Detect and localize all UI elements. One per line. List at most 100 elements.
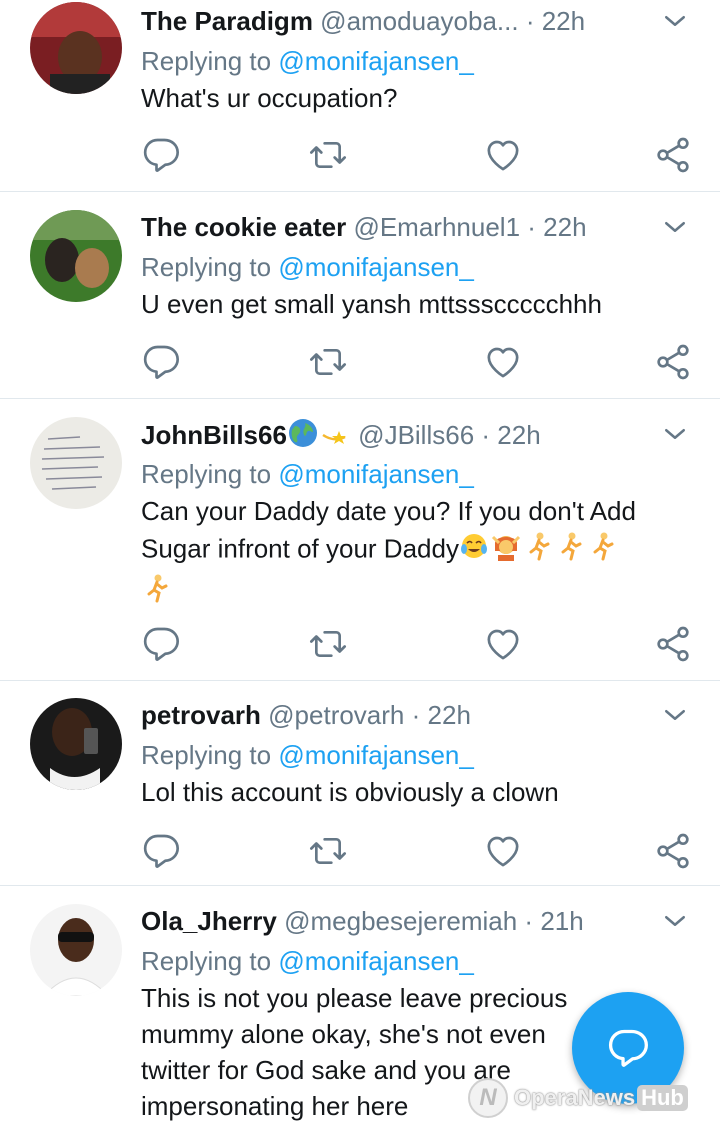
display-name[interactable]: Ola_Jherry	[141, 906, 277, 936]
user-handle[interactable]: @Emarhnuel1	[353, 212, 520, 242]
replying-to-line: Replying to @monifajansen_	[141, 738, 690, 772]
share-button[interactable]	[653, 342, 693, 382]
retweet-button[interactable]	[308, 342, 348, 382]
like-button[interactable]	[483, 624, 523, 664]
chevron-down-icon[interactable]	[660, 212, 690, 242]
replying-to-line: Replying to @monifajansen_	[141, 944, 690, 978]
heart-icon	[483, 831, 523, 871]
tears-of-joy-emoji-icon	[459, 531, 489, 570]
like-button[interactable]	[483, 135, 523, 175]
tweet-item[interactable]: The Paradigm @amoduayoba... · 22h Replyi…	[0, 0, 720, 192]
display-name[interactable]: The cookie eater	[141, 212, 346, 242]
separator-dot: ·	[527, 212, 536, 242]
display-name[interactable]: JohnBills66	[141, 420, 287, 450]
avatar[interactable]	[30, 210, 122, 302]
retweet-button[interactable]	[308, 624, 348, 664]
separator-dot: ·	[524, 906, 534, 936]
share-icon	[653, 342, 693, 382]
runner-emoji-icon	[523, 530, 555, 571]
person-gesturing-emoji-icon	[489, 529, 523, 572]
runner-emoji-icon	[141, 572, 173, 613]
chevron-down-icon[interactable]	[660, 700, 690, 730]
share-icon	[653, 831, 693, 871]
avatar[interactable]	[30, 904, 122, 996]
separator-dot: ·	[481, 419, 491, 450]
mention-link[interactable]: @monifajansen_	[278, 946, 474, 976]
tweet-header: JohnBills66 @JBills66 · 22h	[141, 417, 690, 451]
tweet-actions	[141, 624, 689, 664]
tweet-header: The cookie eater @Emarhnuel1 · 22h	[141, 210, 690, 244]
tweet-item[interactable]: JohnBills66 @JBills66 · 22h Replying to …	[0, 399, 720, 681]
retweet-button[interactable]	[308, 135, 348, 175]
heart-icon	[483, 624, 523, 664]
avatar[interactable]	[30, 2, 122, 94]
tweet-item[interactable]: The cookie eater @Emarhnuel1 · 22h Reply…	[0, 192, 720, 399]
retweet-button[interactable]	[308, 831, 348, 871]
user-handle[interactable]: @megbesejeremiah	[284, 906, 517, 936]
mention-link[interactable]: @monifajansen_	[278, 740, 474, 770]
share-button[interactable]	[653, 135, 693, 175]
timestamp[interactable]: 22h	[497, 420, 540, 450]
reply-button[interactable]	[141, 624, 181, 664]
like-button[interactable]	[483, 342, 523, 382]
tweet-actions	[141, 342, 689, 382]
reply-icon	[141, 831, 181, 871]
avatar-photo-icon	[30, 210, 122, 302]
replying-to-label: Replying to	[141, 459, 279, 489]
timestamp[interactable]: 22h	[542, 6, 585, 36]
reply-icon	[141, 342, 181, 382]
heart-icon	[483, 135, 523, 175]
mention-link[interactable]: @monifajansen_	[278, 459, 474, 489]
retweet-icon	[308, 135, 348, 175]
replying-to-line: Replying to @monifajansen_	[141, 250, 690, 284]
timestamp[interactable]: 22h	[428, 700, 471, 730]
avatar-photo-icon	[30, 2, 122, 94]
avatar-photo-icon	[30, 698, 122, 790]
display-name[interactable]: The Paradigm	[141, 6, 313, 36]
chevron-down-icon[interactable]	[660, 906, 690, 936]
replying-to-label: Replying to	[141, 946, 279, 976]
mention-link[interactable]: @monifajansen_	[278, 46, 474, 76]
dizzy-emoji-icon	[319, 417, 351, 451]
reply-bubble-icon	[608, 1029, 648, 1067]
avatar[interactable]	[30, 698, 122, 790]
replying-to-line: Replying to @monifajansen_	[141, 457, 690, 491]
user-handle[interactable]: @JBills66	[358, 420, 474, 450]
watermark-brand: OperaNews	[514, 1085, 636, 1110]
user-handle[interactable]: @amoduayoba...	[320, 6, 518, 36]
chevron-down-icon[interactable]	[660, 419, 690, 449]
reply-button[interactable]	[141, 831, 181, 871]
retweet-icon	[308, 342, 348, 382]
share-button[interactable]	[653, 624, 693, 664]
mention-link[interactable]: @monifajansen_	[278, 252, 474, 282]
like-button[interactable]	[483, 831, 523, 871]
tweet-text: U even get small yansh mttsssccccchhh	[141, 289, 602, 319]
chevron-down-icon[interactable]	[660, 6, 690, 36]
avatar[interactable]	[30, 417, 122, 509]
reply-icon	[141, 624, 181, 664]
opera-news-logo-icon: N	[468, 1078, 508, 1118]
replying-to-line: Replying to @monifajansen_	[141, 44, 690, 78]
tweet-text: Lol this account is obviously a clown	[141, 777, 559, 807]
user-handle[interactable]: @petrovarh	[268, 700, 404, 730]
share-button[interactable]	[653, 831, 693, 871]
avatar-photo-icon	[30, 417, 122, 509]
timestamp[interactable]: 21h	[540, 906, 583, 936]
tweet-header: petrovarh @petrovarh · 22h	[141, 698, 690, 732]
avatar-photo-icon	[30, 904, 122, 996]
tweet-text-line-emoji-only	[141, 572, 690, 613]
globe-emoji-icon	[287, 417, 319, 451]
replying-to-label: Replying to	[141, 252, 279, 282]
watermark-hub: Hub	[637, 1085, 688, 1111]
display-name[interactable]: petrovarh	[141, 700, 261, 730]
reply-button[interactable]	[141, 135, 181, 175]
watermark: N OperaNews Hub	[468, 1078, 688, 1118]
timestamp[interactable]: 22h	[543, 212, 586, 242]
reply-button[interactable]	[141, 342, 181, 382]
tweet-header: The Paradigm @amoduayoba... · 22h	[141, 4, 690, 38]
tweet-actions	[141, 135, 689, 175]
separator-dot: ·	[411, 700, 421, 730]
heart-icon	[483, 342, 523, 382]
tweet-text: What's ur occupation?	[141, 83, 398, 113]
tweet-item[interactable]: petrovarh @petrovarh · 22h Replying to @…	[0, 681, 720, 886]
